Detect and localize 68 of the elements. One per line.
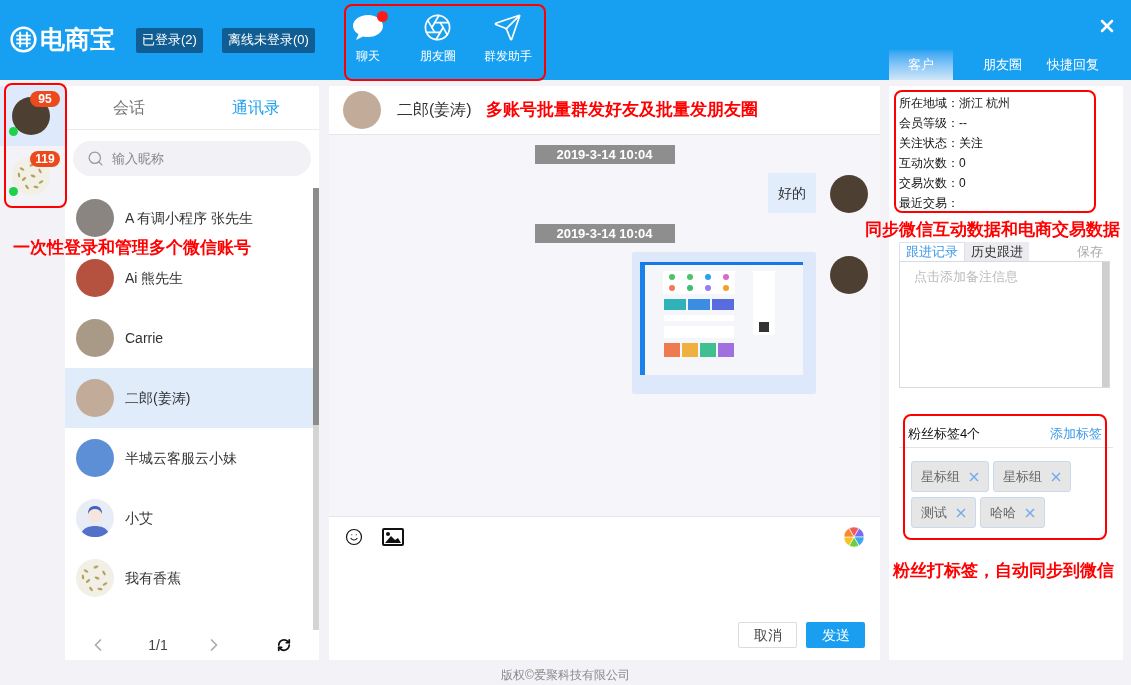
annotation-text: 粉丝打标签，自动同步到微信	[893, 560, 1113, 582]
contact-name: 二郎(姜涛)	[397, 100, 472, 120]
search-icon	[87, 150, 104, 167]
info-line: 最近交易：	[899, 195, 960, 212]
contact-item[interactable]: 二郎(姜涛)	[65, 368, 313, 428]
unread-badge: 119	[30, 151, 60, 167]
contacts-tab[interactable]: 通讯录	[192, 86, 319, 129]
follow-up-tab[interactable]: 历史跟进	[965, 242, 1029, 261]
add-tag-link[interactable]: 添加标签	[1050, 424, 1102, 444]
image-icon[interactable]	[382, 528, 404, 546]
avatar	[830, 175, 868, 213]
unread-badge: 95	[30, 91, 60, 107]
info-line: 互动次数：0	[899, 155, 967, 172]
info-line: 所在地域：浙江 杭州	[899, 95, 1012, 112]
annotation-text: 同步微信互动数据和电商交易数据	[865, 220, 1120, 240]
remove-icon[interactable]	[956, 507, 966, 518]
nav-button[interactable]: 聊天	[332, 0, 403, 80]
panel-tab[interactable]: 客户	[889, 49, 953, 80]
save-button[interactable]: 保存	[1077, 243, 1103, 261]
remove-icon[interactable]	[1025, 507, 1035, 518]
aperture-icon[interactable]	[844, 527, 864, 547]
avatar	[830, 256, 868, 294]
tag-label: 星标组	[921, 467, 960, 486]
avatar	[343, 91, 381, 129]
avatar	[76, 559, 114, 597]
scrollbar-thumb[interactable]	[313, 188, 319, 425]
timestamp: 2019-3-14 10:04	[534, 224, 675, 243]
info-line: 交易次数：0	[899, 175, 967, 192]
message-bubble: 好的	[768, 173, 816, 213]
paper-plane-icon	[493, 12, 523, 42]
avatar	[76, 439, 114, 477]
contacts-tab[interactable]: 会话	[65, 86, 192, 129]
login-status-button[interactable]: 离线未登录(0)	[221, 27, 315, 53]
copyright-text: 版权©爱聚科技有限公司	[501, 666, 630, 684]
avatar	[76, 499, 114, 537]
account-item[interactable]: 95	[0, 86, 65, 146]
info-line: 关注状态：关注	[899, 135, 984, 152]
panel-tab[interactable]: 朋友圈	[967, 49, 1037, 80]
annotation-text: 一次性登录和管理多个微信账号	[13, 238, 251, 258]
send-button[interactable]: 发送	[806, 622, 865, 648]
info-line: 会员等级：--	[899, 115, 968, 132]
avatar	[76, 259, 114, 297]
logo-text: 电商宝	[40, 26, 115, 52]
aperture-icon	[423, 12, 453, 42]
remove-icon[interactable]	[969, 471, 979, 482]
smiley-icon[interactable]	[345, 528, 363, 546]
nav-button[interactable]: 群发助手	[472, 0, 543, 80]
logo-icon	[10, 25, 37, 53]
chat-bubble-icon	[351, 13, 384, 41]
refresh-icon[interactable]	[277, 638, 291, 652]
avatar	[76, 379, 114, 417]
tag-label: 测试	[921, 503, 947, 522]
avatar	[76, 319, 114, 357]
annotation-text: 多账号批量群发好友及批量发朋友圈	[485, 99, 758, 122]
search-field[interactable]: 输入昵称	[73, 141, 311, 176]
login-status-button[interactable]: 已登录(2)	[136, 27, 203, 53]
tags-title: 粉丝标签4个	[908, 425, 981, 444]
panel-tab[interactable]: 快捷回复	[1037, 49, 1109, 80]
account-item[interactable]: 119	[0, 146, 65, 206]
page-indicator: 1/1	[147, 635, 169, 655]
timestamp: 2019-3-14 10:04	[534, 145, 675, 164]
cancel-button[interactable]: 取消	[738, 622, 797, 648]
tag-label: 哈哈	[990, 503, 1016, 522]
nav-button[interactable]: 朋友圈	[402, 0, 473, 80]
remove-icon[interactable]	[1051, 471, 1061, 482]
follow-up-tab[interactable]: 跟进记录	[899, 242, 965, 261]
tag-label: 星标组	[1003, 467, 1042, 486]
avatar	[76, 199, 114, 237]
